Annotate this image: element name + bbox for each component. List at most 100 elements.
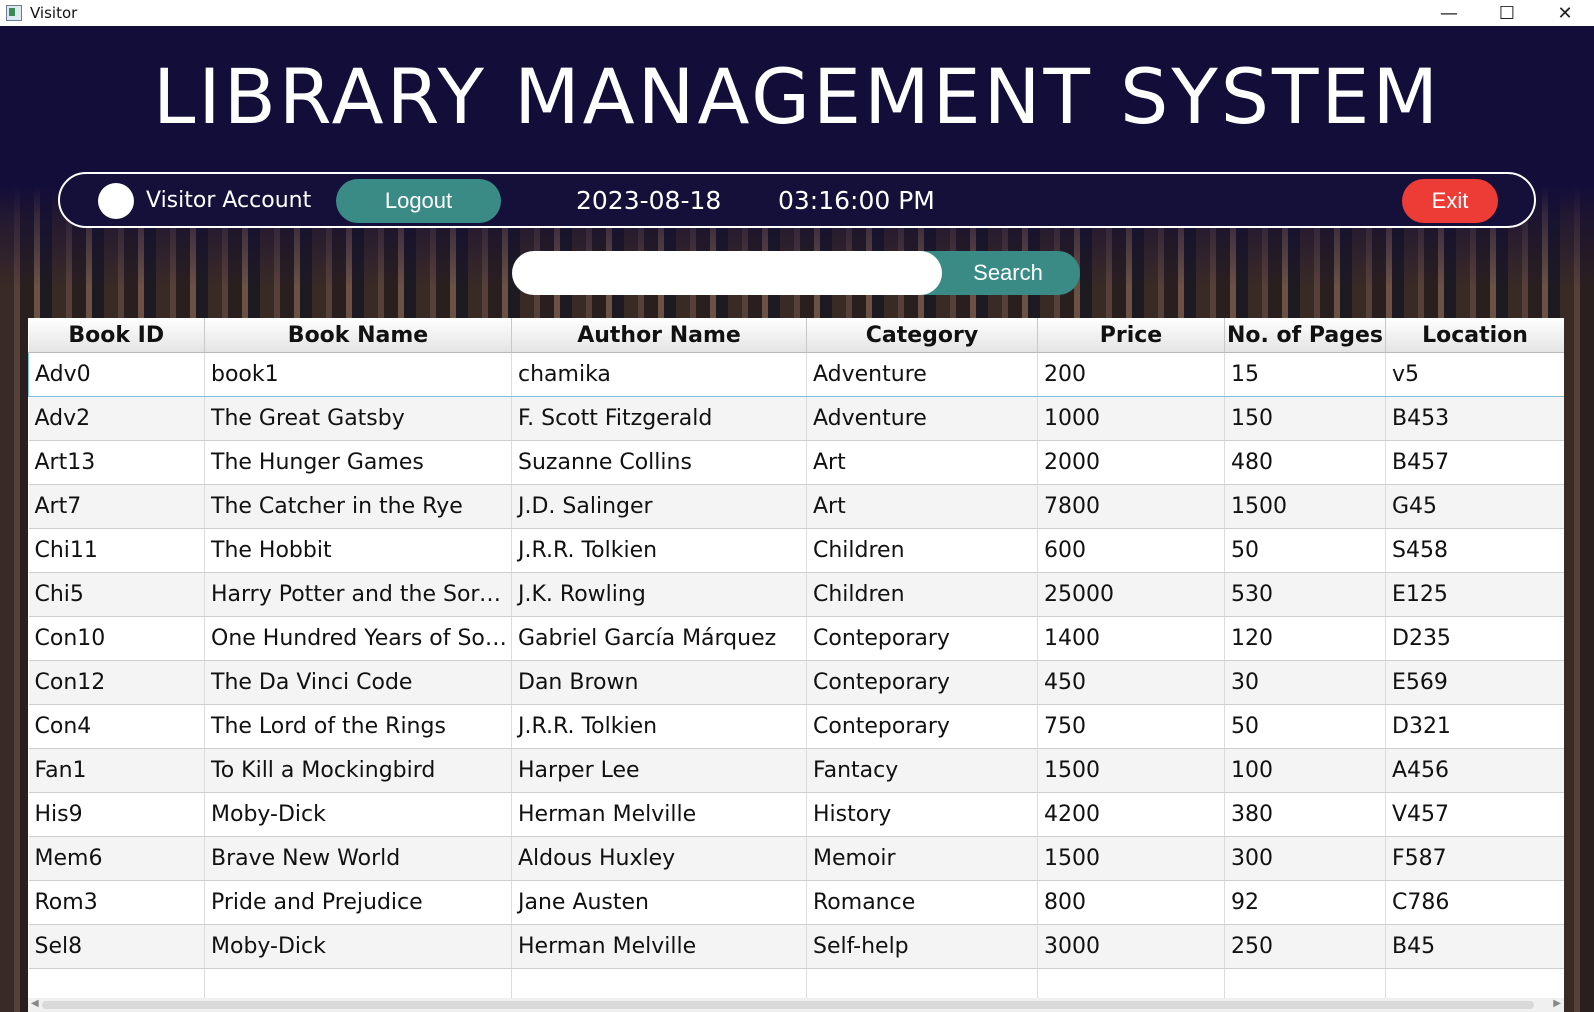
cell-location[interactable]: C786 bbox=[1385, 880, 1564, 925]
cell-author-name[interactable]: Herman Melville bbox=[511, 924, 807, 969]
cell-location[interactable]: B457 bbox=[1385, 440, 1564, 485]
horizontal-scrollbar[interactable]: ◀ ▶ bbox=[28, 998, 1564, 1012]
cell-category[interactable]: Adventure bbox=[806, 352, 1038, 397]
cell-book-id[interactable]: Chi11 bbox=[28, 528, 205, 573]
table-row[interactable]: Rom3 Pride and Prejudice Jane Austen Romanc… bbox=[28, 880, 1564, 925]
cell-author-name[interactable]: Gabriel García Márquez bbox=[511, 616, 807, 661]
cell-category[interactable]: Adventure bbox=[806, 396, 1038, 441]
cell-book-id[interactable]: Rom3 bbox=[28, 880, 205, 925]
table-row[interactable]: Chi5Harry Potter and the Sorcere...J.K. … bbox=[28, 572, 1564, 617]
table-row[interactable]: Art13 The Hunger Games Suzanne Collins Art… bbox=[28, 440, 1564, 485]
table-row[interactable]: Sel8 Moby-Dick Herman Melville Self-help 300… bbox=[28, 924, 1564, 969]
cell-pages[interactable]: 150 bbox=[1224, 396, 1386, 441]
cell-author-name[interactable]: J.D. Salinger bbox=[511, 484, 807, 529]
table-row[interactable]: Con12 The Da Vinci Code Dan Brown Contepora… bbox=[28, 660, 1564, 705]
cell-book-name[interactable]: The Catcher in the Rye bbox=[204, 484, 512, 529]
table-row[interactable]: Adv2 The Great Gatsby F. Scott Fitzgerald A… bbox=[28, 396, 1564, 441]
cell-category[interactable]: Self-help bbox=[806, 924, 1038, 969]
cell-location[interactable]: E125 bbox=[1385, 572, 1564, 617]
scroll-right-icon[interactable]: ▶ bbox=[1553, 998, 1561, 1009]
cell-book-name[interactable]: Moby-Dick bbox=[204, 792, 512, 837]
cell-author-name[interactable]: Dan Brown bbox=[511, 660, 807, 705]
cell-location[interactable]: v5 bbox=[1385, 352, 1564, 397]
cell-pages[interactable]: 530 bbox=[1224, 572, 1386, 617]
cell-pages[interactable]: 480 bbox=[1224, 440, 1386, 485]
cell-location[interactable]: S458 bbox=[1385, 528, 1564, 573]
maximize-icon[interactable]: ☐ bbox=[1478, 0, 1536, 26]
cell-location[interactable]: V457 bbox=[1385, 792, 1564, 837]
cell-location[interactable]: B453 bbox=[1385, 396, 1564, 441]
table-row[interactable]: Adv0 book1 chamika Adventure 200 15 v5 bbox=[28, 352, 1564, 397]
cell-book-name[interactable]: To Kill a Mockingbird bbox=[204, 748, 512, 793]
cell-pages[interactable]: 50 bbox=[1224, 704, 1386, 749]
column-header-category[interactable]: Category bbox=[806, 318, 1038, 353]
cell-pages[interactable]: 100 bbox=[1224, 748, 1386, 793]
cell-location[interactable]: A456 bbox=[1385, 748, 1564, 793]
cell-category[interactable]: History bbox=[806, 792, 1038, 837]
cell-book-id[interactable]: Con12 bbox=[28, 660, 205, 705]
cell-book-id[interactable]: Art13 bbox=[28, 440, 205, 485]
column-header-book-id[interactable]: Book ID bbox=[28, 318, 205, 353]
cell-price[interactable]: 3000 bbox=[1037, 924, 1225, 969]
scroll-left-icon[interactable]: ◀ bbox=[31, 998, 39, 1009]
column-header-book-name[interactable]: Book Name bbox=[204, 318, 512, 353]
cell-price[interactable]: 800 bbox=[1037, 880, 1225, 925]
cell-pages[interactable]: 300 bbox=[1224, 836, 1386, 881]
cell-pages[interactable]: 120 bbox=[1224, 616, 1386, 661]
cell-category[interactable]: Fantacy bbox=[806, 748, 1038, 793]
cell-book-name[interactable]: Brave New World bbox=[204, 836, 512, 881]
scrollbar-thumb[interactable] bbox=[42, 1001, 1534, 1009]
cell-location[interactable]: E569 bbox=[1385, 660, 1564, 705]
cell-book-name[interactable]: The Lord of the Rings bbox=[204, 704, 512, 749]
cell-price[interactable]: 750 bbox=[1037, 704, 1225, 749]
cell-price[interactable]: 450 bbox=[1037, 660, 1225, 705]
cell-price[interactable]: 200 bbox=[1037, 352, 1225, 397]
cell-pages[interactable]: 15 bbox=[1224, 352, 1386, 397]
cell-price[interactable]: 1500 bbox=[1037, 748, 1225, 793]
cell-category[interactable]: Romance bbox=[806, 880, 1038, 925]
table-row[interactable]: Fan1 To Kill a Mockingbird Harper Lee Fanta… bbox=[28, 748, 1564, 793]
cell-pages[interactable]: 1500 bbox=[1224, 484, 1386, 529]
cell-author-name[interactable]: Jane Austen bbox=[511, 880, 807, 925]
cell-book-id[interactable]: Chi5 bbox=[28, 572, 205, 617]
cell-category[interactable]: Memoir bbox=[806, 836, 1038, 881]
table-row[interactable]: Con10 One Hundred Years of Solitu... Gabri… bbox=[28, 616, 1564, 661]
cell-book-id[interactable]: Con10 bbox=[28, 616, 205, 661]
cell-location[interactable]: G45 bbox=[1385, 484, 1564, 529]
cell-price[interactable]: 1000 bbox=[1037, 396, 1225, 441]
cell-location[interactable]: D321 bbox=[1385, 704, 1564, 749]
table-row[interactable]: Chi11 The Hobbit J.R.R. Tolkien Children 600… bbox=[28, 528, 1564, 573]
cell-book-name[interactable]: The Da Vinci Code bbox=[204, 660, 512, 705]
cell-book-name[interactable]: Harry Potter and the Sorcere... bbox=[204, 572, 512, 617]
cell-author-name[interactable]: Harper Lee bbox=[511, 748, 807, 793]
cell-pages[interactable]: 92 bbox=[1224, 880, 1386, 925]
cell-book-name[interactable]: Moby-Dick bbox=[204, 924, 512, 969]
cell-pages[interactable]: 380 bbox=[1224, 792, 1386, 837]
cell-location[interactable]: D235 bbox=[1385, 616, 1564, 661]
cell-category[interactable]: Children bbox=[806, 528, 1038, 573]
cell-book-name[interactable]: The Hunger Games bbox=[204, 440, 512, 485]
cell-location[interactable]: B45 bbox=[1385, 924, 1564, 969]
minimize-icon[interactable]: — bbox=[1420, 0, 1478, 26]
cell-category[interactable]: Children bbox=[806, 572, 1038, 617]
cell-category[interactable]: Art bbox=[806, 440, 1038, 485]
cell-category[interactable]: Art bbox=[806, 484, 1038, 529]
logout-button[interactable]: Logout bbox=[336, 179, 501, 223]
cell-book-name[interactable]: The Hobbit bbox=[204, 528, 512, 573]
cell-location[interactable]: F587 bbox=[1385, 836, 1564, 881]
table-row[interactable]: Art7 The Catcher in the Rye J.D. Salinger A… bbox=[28, 484, 1564, 529]
cell-book-name[interactable]: The Great Gatsby bbox=[204, 396, 512, 441]
close-icon[interactable]: ✕ bbox=[1536, 0, 1594, 26]
cell-book-name[interactable]: One Hundred Years of Solitu... bbox=[204, 616, 512, 661]
cell-author-name[interactable]: F. Scott Fitzgerald bbox=[511, 396, 807, 441]
cell-price[interactable]: 1400 bbox=[1037, 616, 1225, 661]
cell-author-name[interactable]: Herman Melville bbox=[511, 792, 807, 837]
cell-price[interactable]: 7800 bbox=[1037, 484, 1225, 529]
table-row[interactable]: His9 Moby-Dick Herman Melville History 4200 3… bbox=[28, 792, 1564, 837]
cell-book-name[interactable]: book1 bbox=[204, 352, 512, 397]
cell-book-id[interactable]: Adv2 bbox=[28, 396, 205, 441]
column-header-location[interactable]: Location bbox=[1385, 318, 1564, 353]
cell-book-id[interactable]: Sel8 bbox=[28, 924, 205, 969]
cell-author-name[interactable]: Suzanne Collins bbox=[511, 440, 807, 485]
cell-book-id[interactable]: His9 bbox=[28, 792, 205, 837]
